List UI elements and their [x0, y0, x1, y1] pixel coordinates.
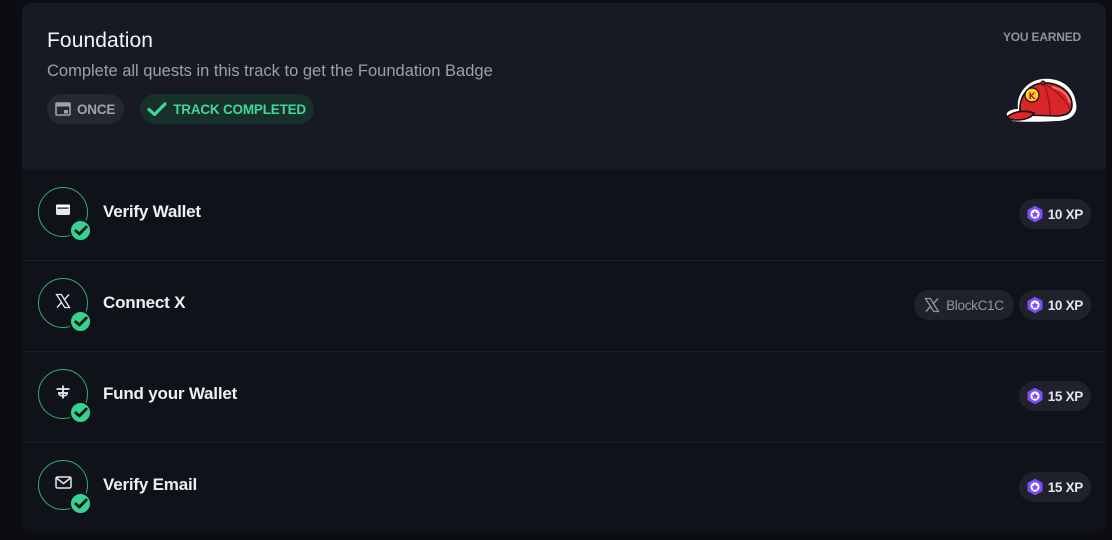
- xp-gem-icon: [1026, 296, 1044, 314]
- xp-value: 10 XP: [1047, 206, 1084, 222]
- xp-gem-icon: [1026, 205, 1044, 223]
- track-header: Foundation Complete all quests in this t…: [22, 3, 1106, 170]
- quest-title: Fund your Wallet: [103, 384, 238, 403]
- xp-badge: 10 XP: [1018, 199, 1091, 229]
- calendar-icon: [55, 102, 71, 116]
- completed-check-icon: [69, 492, 92, 515]
- xp-value: 10 XP: [1047, 297, 1084, 313]
- wallet-icon: [55, 203, 71, 221]
- frequency-label: ONCE: [77, 101, 116, 117]
- fund-icon: [55, 384, 71, 405]
- quest-rewards: 15 XP: [1018, 472, 1091, 502]
- x-logo-icon: [924, 297, 940, 313]
- xp-badge: 15 XP: [1018, 472, 1091, 502]
- x-logo-icon: [55, 293, 71, 314]
- quest-rewards: 15 XP: [1018, 381, 1091, 411]
- svg-text:K: K: [1029, 92, 1037, 102]
- completed-check-icon: [69, 310, 92, 333]
- quest-rewards: 10 XP: [1018, 199, 1091, 229]
- x-handle-badge[interactable]: BlockC1C: [914, 290, 1014, 320]
- you-earned-label: YOU EARNED: [1002, 30, 1081, 44]
- quest-title: Connect X: [103, 293, 186, 312]
- track-subtitle: Complete all quests in this track to get…: [47, 62, 493, 80]
- mail-icon: [54, 476, 72, 494]
- xp-gem-icon: [1026, 478, 1044, 496]
- track-card: Foundation Complete all quests in this t…: [22, 3, 1106, 532]
- quest-row-verify-wallet[interactable]: Verify Wallet 10 XP: [22, 170, 1106, 261]
- track-status-label: TRACK COMPLETED: [173, 101, 306, 117]
- completed-check-icon: [69, 219, 92, 242]
- track-completed-chip: TRACK COMPLETED: [140, 94, 314, 124]
- xp-badge: 10 XP: [1018, 290, 1091, 320]
- xp-badge: 15 XP: [1018, 381, 1091, 411]
- completed-check-icon: [69, 401, 92, 424]
- xp-gem-icon: [1026, 387, 1044, 405]
- x-handle: BlockC1C: [946, 297, 1004, 313]
- quest-rewards: BlockC1C 10 XP: [914, 290, 1091, 320]
- red-cap-badge-icon: K: [1002, 73, 1080, 127]
- quest-title: Verify Wallet: [103, 202, 201, 221]
- quest-row-verify-email[interactable]: Verify Email 15 XP: [22, 443, 1106, 532]
- track-title: Foundation: [47, 29, 154, 52]
- quest-row-fund-wallet[interactable]: Fund your Wallet 15 XP: [22, 352, 1106, 443]
- xp-value: 15 XP: [1047, 388, 1084, 404]
- quest-row-connect-x[interactable]: Connect X BlockC1C 10 XP: [22, 261, 1106, 352]
- track-chips: ONCE TRACK COMPLETED: [47, 94, 1081, 124]
- frequency-chip: ONCE: [47, 94, 125, 124]
- quest-title: Verify Email: [103, 475, 197, 494]
- checkmark-icon: [147, 102, 167, 116]
- xp-value: 15 XP: [1047, 479, 1084, 495]
- quest-list: Verify Wallet 10 XP Connect X BlockC1C 1…: [22, 170, 1106, 532]
